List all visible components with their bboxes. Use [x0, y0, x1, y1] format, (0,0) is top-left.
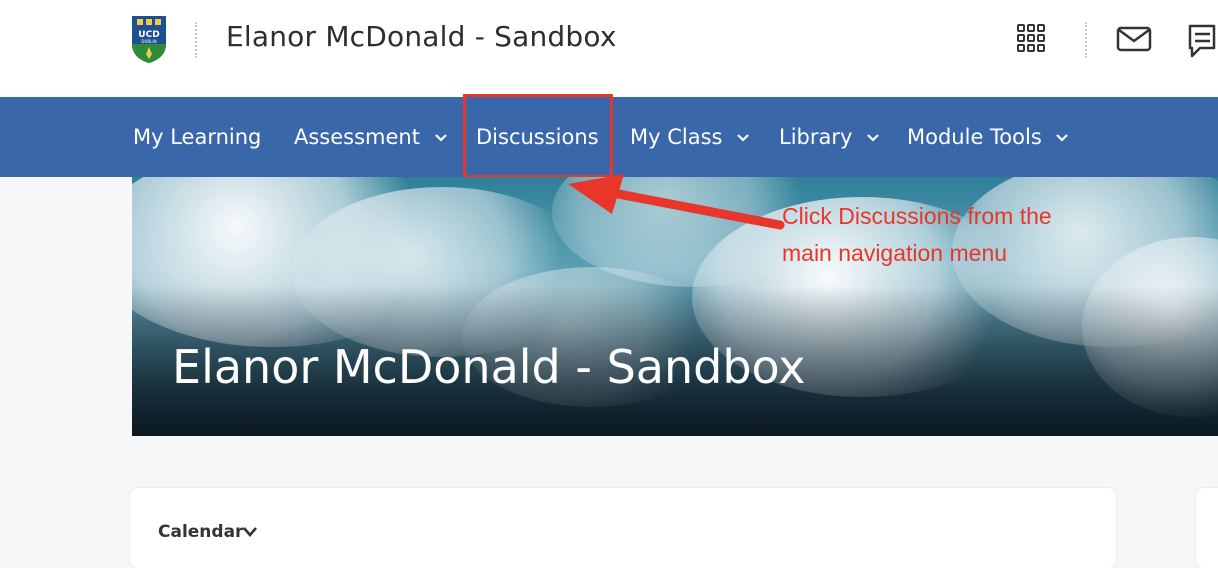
banner-title: Elanor McDonald - Sandbox	[172, 340, 806, 394]
chevron-down-icon	[434, 134, 447, 142]
nav-item-my-class[interactable]: My Class	[630, 97, 749, 177]
nav-item-assessment[interactable]: Assessment	[294, 97, 447, 177]
nav-item-label: Module Tools	[907, 125, 1042, 149]
chevron-down-icon	[737, 134, 749, 142]
instruction-annotation: Click Discussions from the main navigati…	[782, 198, 1052, 272]
mail-icon[interactable]	[1116, 26, 1152, 52]
grid-icon[interactable]	[1016, 23, 1046, 53]
svg-text:DUBLIN: DUBLIN	[141, 39, 156, 44]
nav-item-label: Discussions	[476, 125, 599, 149]
header-divider-right	[1085, 22, 1087, 58]
chevron-down-icon[interactable]	[242, 526, 258, 538]
nav-item-discussions[interactable]: Discussions	[476, 97, 599, 177]
nav-item-label: Library	[779, 125, 853, 149]
nav-item-module-tools[interactable]: Module Tools	[907, 97, 1069, 177]
course-title[interactable]: Elanor McDonald - Sandbox	[226, 20, 617, 53]
annotation-arrow-icon	[568, 174, 785, 230]
chevron-down-icon	[867, 134, 879, 142]
nav-item-library[interactable]: Library	[779, 97, 879, 177]
ucd-logo[interactable]: UCD DUBLIN	[130, 14, 168, 64]
top-header: UCD DUBLIN Elanor McDonald - Sandbox	[0, 0, 1218, 97]
chevron-down-icon	[1056, 134, 1069, 142]
side-widget	[1196, 488, 1218, 568]
chat-icon[interactable]	[1184, 22, 1218, 62]
nav-item-label: My Learning	[133, 125, 262, 149]
annotation-line-1: Click Discussions from the	[782, 203, 1052, 229]
nav-item-label: My Class	[630, 125, 723, 149]
calendar-widget: Calendar	[130, 488, 1116, 568]
annotation-line-2: main navigation menu	[782, 240, 1008, 266]
header-divider	[195, 22, 197, 58]
nav-item-label: Assessment	[294, 125, 420, 149]
nav-item-my-learning[interactable]: My Learning	[133, 97, 261, 177]
main-navigation: My Learning Assessment Discussions My Cl…	[0, 97, 1218, 177]
calendar-title[interactable]: Calendar	[158, 522, 243, 542]
